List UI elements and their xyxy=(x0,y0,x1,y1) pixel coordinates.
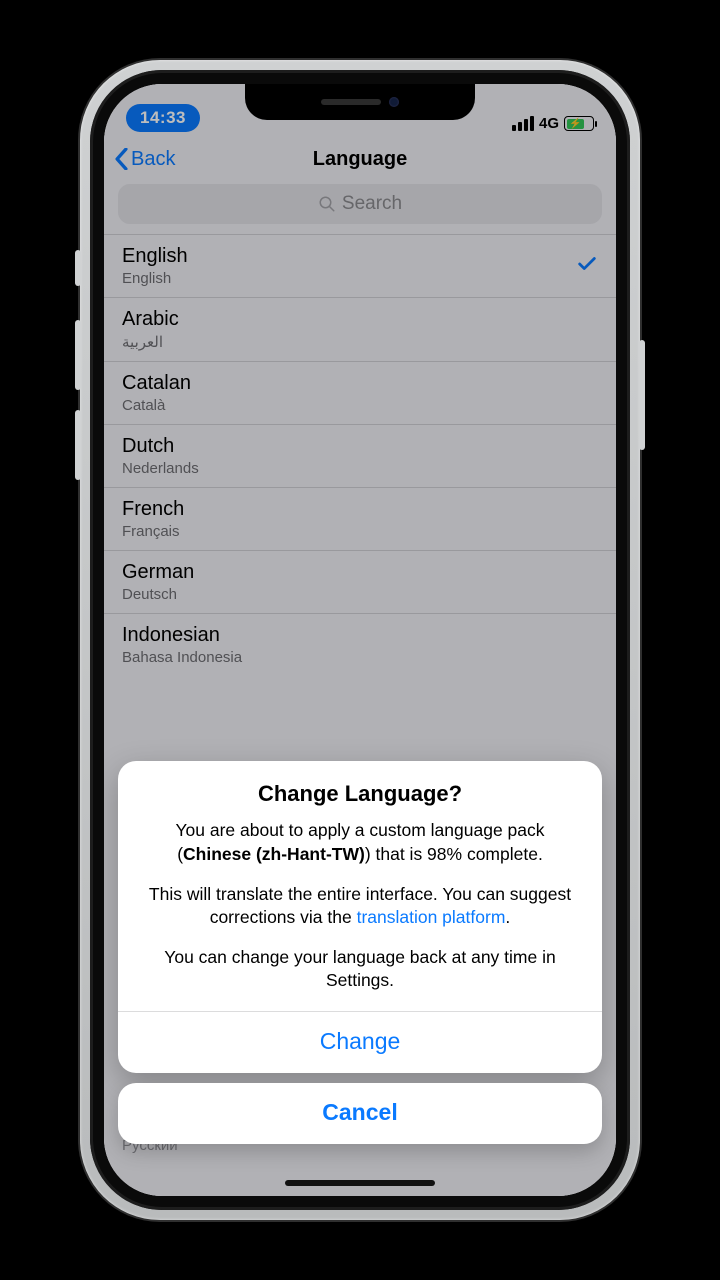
alert-card: Change Language? You are about to apply … xyxy=(118,761,602,1073)
home-indicator[interactable] xyxy=(285,1180,435,1186)
notch xyxy=(245,84,475,120)
front-camera-icon xyxy=(389,97,399,107)
alert-message: You are about to apply a custom language… xyxy=(138,819,582,993)
change-button[interactable]: Change xyxy=(118,1012,602,1073)
action-sheet: Change Language? You are about to apply … xyxy=(118,761,602,1144)
speaker-icon xyxy=(321,99,381,105)
alert-title: Change Language? xyxy=(138,781,582,807)
cancel-button[interactable]: Cancel xyxy=(118,1083,602,1144)
phone-frame: 14:33 4G ⚡ xyxy=(80,60,640,1220)
volume-down-button xyxy=(75,410,81,480)
screen: 14:33 4G ⚡ xyxy=(104,84,616,1196)
volume-up-button xyxy=(75,320,81,390)
mute-switch xyxy=(75,250,81,286)
power-button xyxy=(639,340,645,450)
translation-platform-link[interactable]: translation platform xyxy=(357,907,506,927)
